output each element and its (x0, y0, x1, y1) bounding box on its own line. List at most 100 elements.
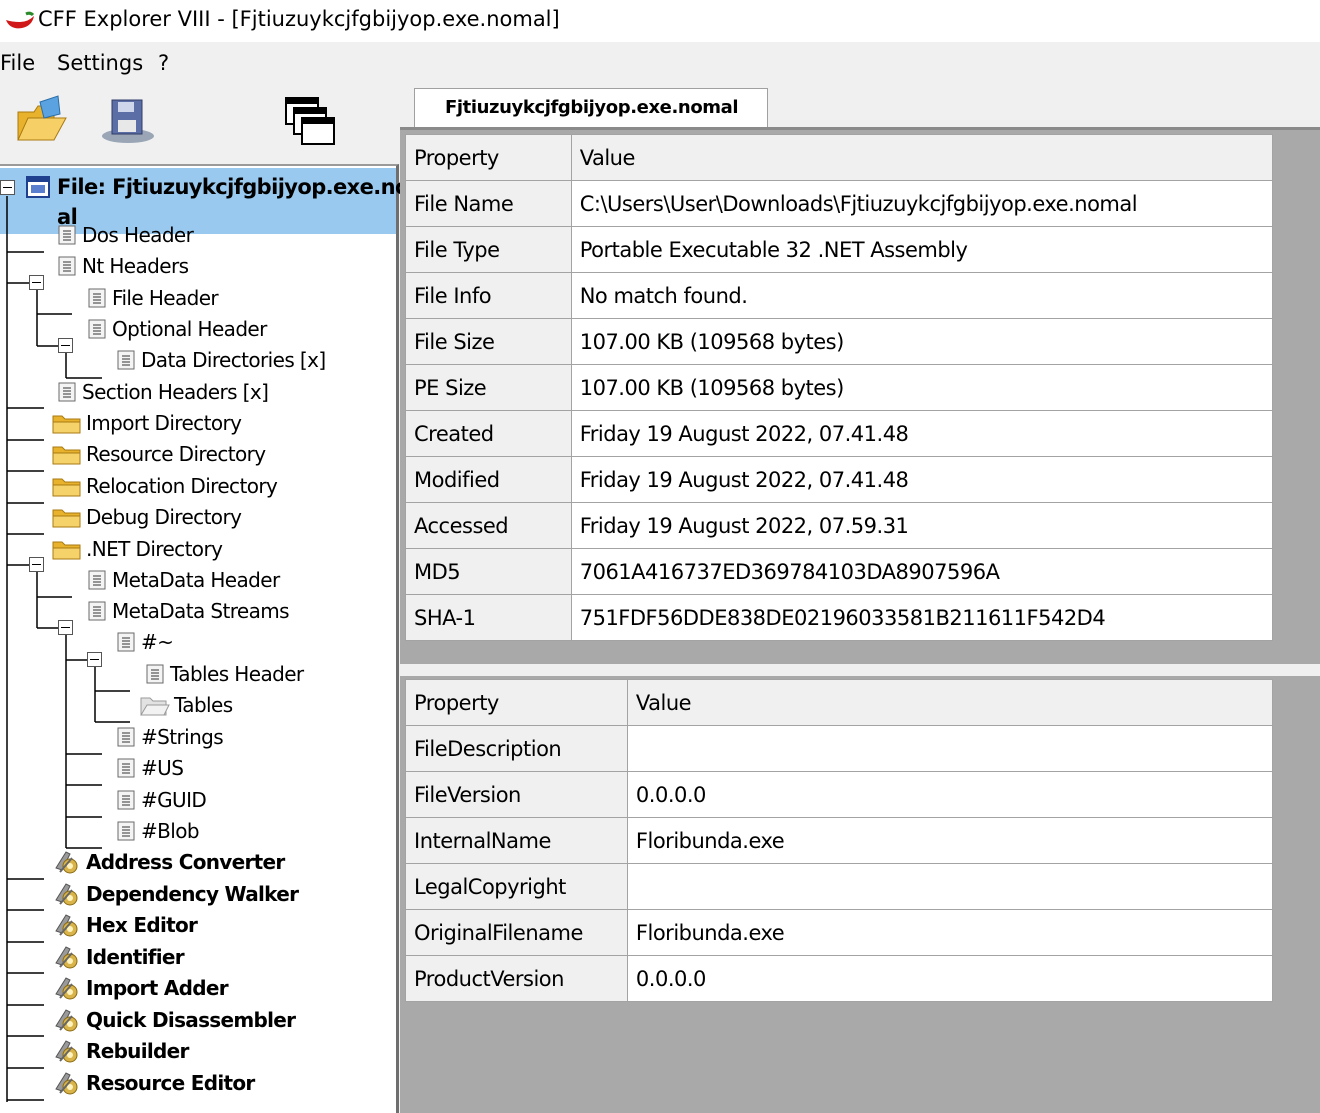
nt-headers-collapse-toggle[interactable] (29, 275, 44, 290)
tree-item-hex-editor[interactable]: Hex Editor (52, 911, 198, 939)
value-cell[interactable]: 0.0.0.0 (626, 955, 1274, 1002)
column-header-property[interactable]: Property (405, 679, 628, 726)
tree-item-metadata-header[interactable]: MetaData Header (86, 566, 280, 594)
tree-item-optional-header[interactable]: Optional Header (86, 315, 267, 343)
column-header-value[interactable]: Value (626, 679, 1274, 726)
root-collapse-toggle[interactable] (0, 180, 15, 195)
value-cell[interactable]: Portable Executable 32 .NET Assembly (570, 226, 1274, 273)
property-cell: SHA-1 (405, 594, 572, 641)
menu-help[interactable]: ? (158, 48, 169, 78)
doc-icon (56, 381, 78, 403)
value-cell[interactable]: No match found. (570, 272, 1274, 319)
table-row[interactable]: FileDescription (405, 725, 1274, 772)
net-directory-collapse-toggle[interactable] (29, 557, 44, 572)
column-header-value[interactable]: Value (570, 134, 1274, 181)
table-row[interactable]: MD5 7061A416737ED369784103DA8907596A (405, 548, 1274, 595)
tree-item-label: Dos Header (82, 223, 194, 247)
property-cell: File Size (405, 318, 572, 365)
table-row[interactable]: File Info No match found. (405, 272, 1274, 319)
open-folder-icon[interactable] (14, 92, 70, 148)
tree-item-us[interactable]: #US (115, 754, 184, 782)
tree-item-tables[interactable]: Tables (140, 691, 233, 719)
tree-item-debug-directory[interactable]: Debug Directory (52, 503, 242, 531)
tree-item-import-adder[interactable]: Import Adder (52, 974, 229, 1002)
value-cell[interactable]: Floribunda.exe (626, 817, 1274, 864)
metadata-streams-collapse-toggle[interactable] (58, 620, 73, 635)
doc-icon (144, 663, 166, 685)
tool-icon (52, 848, 82, 876)
tree-item-file-header[interactable]: File Header (86, 284, 219, 312)
menu-settings[interactable]: Settings (57, 48, 143, 78)
tree-item-identifier[interactable]: Identifier (52, 943, 185, 971)
value-cell[interactable]: Floribunda.exe (626, 909, 1274, 956)
property-cell: PE Size (405, 364, 572, 411)
value-cell[interactable]: 7061A416737ED369784103DA8907596A (570, 548, 1274, 595)
save-disk-icon[interactable] (98, 94, 158, 146)
table-row[interactable]: File Type Portable Executable 32 .NET Ass… (405, 226, 1274, 273)
table-row[interactable]: ProductVersion 0.0.0.0 (405, 955, 1274, 1002)
tree-item-relocation-directory[interactable]: Relocation Directory (52, 472, 278, 500)
tree-item-strings[interactable]: #Strings (115, 723, 224, 751)
tree-item-label: Optional Header (112, 317, 267, 341)
column-header-property[interactable]: Property (405, 134, 572, 181)
value-cell[interactable]: 751FDF56DDE838DE02196033581B211611F542D4 (570, 594, 1274, 641)
tree-item-rebuilder[interactable]: Rebuilder (52, 1037, 189, 1065)
tree-item-blob[interactable]: #Blob (115, 817, 200, 845)
tree-item-net-directory[interactable]: .NET Directory (52, 535, 223, 563)
value-cell[interactable]: C:\Users\User\Downloads\Fjtiuzuykcjfgbij… (570, 180, 1274, 227)
value-cell[interactable]: 107.00 KB (109568 bytes) (570, 364, 1274, 411)
value-cell[interactable] (626, 863, 1274, 910)
tree-item-resource-directory[interactable]: Resource Directory (52, 440, 266, 468)
table-row[interactable]: Modified Friday 19 August 2022, 07.41.48 (405, 456, 1274, 503)
value-cell[interactable]: 107.00 KB (109568 bytes) (570, 318, 1274, 365)
tree-item-data-directories-x[interactable]: Data Directories [x] (115, 346, 326, 374)
folder-open-icon (140, 694, 170, 716)
tree-item-guid[interactable]: #GUID (115, 786, 207, 814)
table-row[interactable]: Created Friday 19 August 2022, 07.41.48 (405, 410, 1274, 457)
version-info-grid: Property Value FileDescription FileVersion 0… (405, 679, 1274, 1002)
table-row[interactable]: File Size 107.00 KB (109568 bytes) (405, 318, 1274, 365)
tree-item-tables-header[interactable]: Tables Header (144, 660, 304, 688)
tree-item-label: Resource Editor (86, 1071, 255, 1095)
menu-file[interactable]: File (0, 48, 35, 78)
tree-item-label: Nt Headers (82, 254, 189, 278)
tree-item-section-headers-x[interactable]: Section Headers [x] (56, 378, 269, 406)
tree-item-dependency-walker[interactable]: Dependency Walker (52, 880, 299, 908)
value-cell[interactable]: Friday 19 August 2022, 07.41.48 (570, 456, 1274, 503)
tree-item-resource-editor[interactable]: Resource Editor (52, 1069, 255, 1097)
folder-icon (52, 412, 82, 434)
property-cell: Accessed (405, 502, 572, 549)
tree-item-quick-disassembler[interactable]: Quick Disassembler (52, 1006, 296, 1034)
table-row[interactable]: Accessed Friday 19 August 2022, 07.59.31 (405, 502, 1274, 549)
value-cell[interactable] (626, 725, 1274, 772)
table-row[interactable]: OriginalFilename Floribunda.exe (405, 909, 1274, 956)
panel-splitter[interactable] (400, 664, 1320, 676)
tree-item-nt-headers[interactable]: Nt Headers (56, 252, 189, 280)
tool-icon (52, 880, 82, 908)
tree-item-import-directory[interactable]: Import Directory (52, 409, 242, 437)
windows-cascade-icon[interactable] (282, 94, 338, 150)
table-row[interactable]: InternalName Floribunda.exe (405, 817, 1274, 864)
table-row[interactable]: FileVersion 0.0.0.0 (405, 771, 1274, 818)
doc-icon (115, 726, 137, 748)
tab-file[interactable]: Fjtiuzuykcjfgbijyop.exe.nomal (414, 88, 768, 128)
optional-header-collapse-toggle[interactable] (58, 338, 73, 353)
tree-item-node[interactable]: #~ (115, 628, 174, 656)
table-row[interactable]: SHA-1 751FDF56DDE838DE02196033581B211611F… (405, 594, 1274, 641)
table-row[interactable]: LegalCopyright (405, 863, 1274, 910)
table-row[interactable]: File Name C:\Users\User\Downloads\Fjtiuzu… (405, 180, 1274, 227)
tree-item-address-converter[interactable]: Address Converter (52, 848, 285, 876)
value-cell[interactable]: Friday 19 August 2022, 07.59.31 (570, 502, 1274, 549)
doc-icon (86, 600, 108, 622)
tree-item-metadata-streams[interactable]: MetaData Streams (86, 597, 290, 625)
tree-item-label: MetaData Header (112, 568, 280, 592)
table-row[interactable]: PE Size 107.00 KB (109568 bytes) (405, 364, 1274, 411)
value-cell[interactable]: Friday 19 August 2022, 07.41.48 (570, 410, 1274, 457)
folder-icon (52, 538, 82, 560)
tree-item-dos-header[interactable]: Dos Header (56, 221, 194, 249)
property-cell: Modified (405, 456, 572, 503)
title-bar: CFF Explorer VIII - [Fjtiuzuykcjfgbijyop… (0, 0, 1320, 42)
tilde-stream-collapse-toggle[interactable] (87, 652, 102, 667)
value-cell[interactable]: 0.0.0.0 (626, 771, 1274, 818)
tree-item-label: Quick Disassembler (86, 1008, 296, 1032)
